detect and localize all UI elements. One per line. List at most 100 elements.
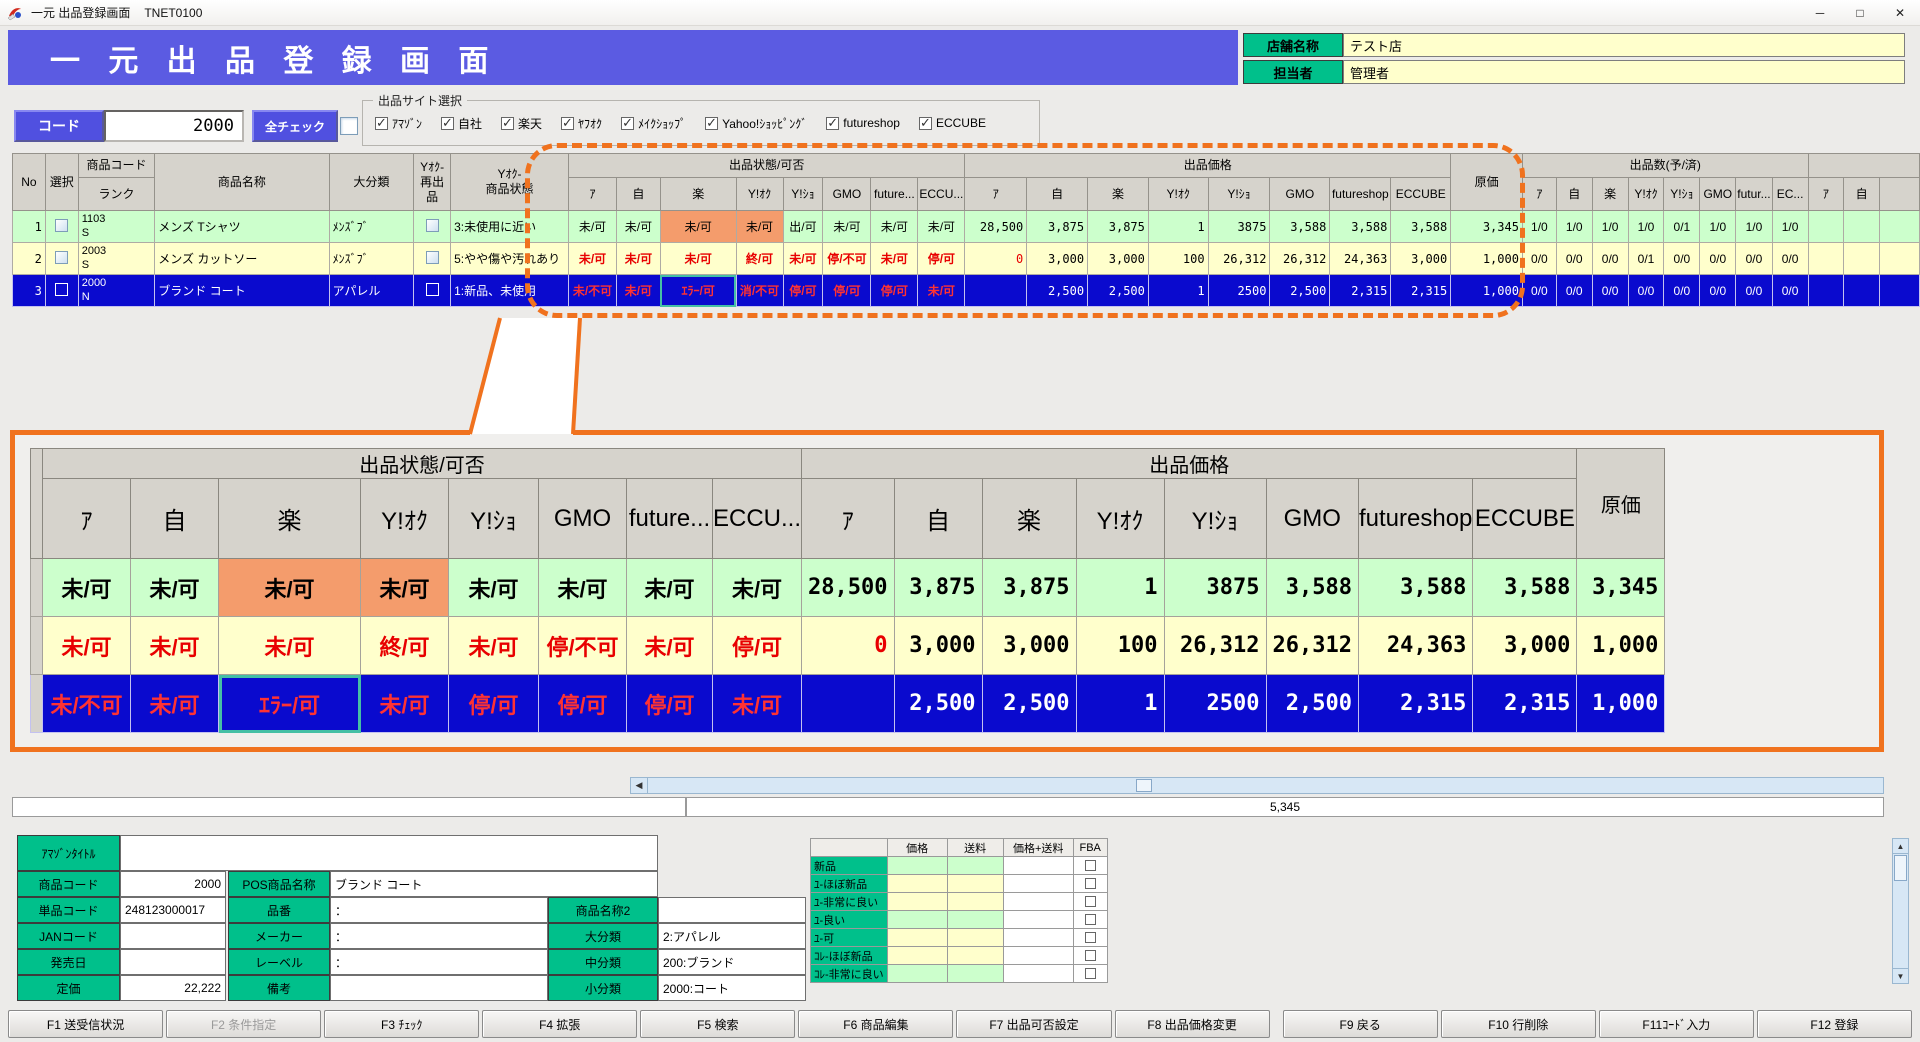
condition-label: ﾕ-非常に良い <box>811 893 888 911</box>
form-field[interactable]: 200:ブランド <box>658 949 806 975</box>
site-checkbox[interactable] <box>375 117 388 130</box>
cell-status: 未/可 <box>823 211 871 243</box>
all-check-checkbox[interactable] <box>340 117 358 135</box>
fkey-button[interactable]: F12 登録 <box>1757 1010 1912 1038</box>
condition-shipping-cell[interactable] <box>947 911 1003 929</box>
form-field[interactable] <box>120 949 226 975</box>
vertical-scrollbar-thumb[interactable] <box>1894 855 1907 881</box>
fkey-button[interactable]: F7 出品可否設定 <box>956 1010 1111 1038</box>
fba-checkbox[interactable] <box>1085 950 1096 961</box>
product-row[interactable]: 32000Nブランド コートアパレル1:新品、未使用未/不可未/可ｴﾗｰ/可消/… <box>13 275 1920 307</box>
site-checkbox-item[interactable]: 自社 <box>441 115 482 132</box>
condition-shipping-cell[interactable] <box>947 965 1003 983</box>
condition-shipping-cell[interactable] <box>947 929 1003 947</box>
site-checkbox[interactable] <box>621 117 634 130</box>
fkey-button[interactable]: F1 送受信状況 <box>8 1010 163 1038</box>
site-checkbox-item[interactable]: futureshop <box>826 116 900 130</box>
horizontal-scrollbar[interactable]: ◀ <box>630 777 1884 794</box>
code-input[interactable] <box>104 110 244 142</box>
scroll-up-arrow-icon[interactable]: ▲ <box>1893 839 1908 854</box>
condition-shipping-cell[interactable] <box>947 857 1003 875</box>
site-checkbox[interactable] <box>919 117 932 130</box>
site-checkbox-item[interactable]: Yahoo!ｼｮｯﾋﾟﾝｸﾞ <box>705 115 807 132</box>
site-checkbox[interactable] <box>441 117 454 130</box>
form-field[interactable]: ： <box>330 923 548 949</box>
scroll-down-arrow-icon[interactable]: ▼ <box>1893 968 1908 983</box>
form-field[interactable] <box>330 975 548 1001</box>
minimize-button[interactable]: ─ <box>1800 0 1840 25</box>
vertical-scrollbar[interactable]: ▲ ▼ <box>1892 838 1909 984</box>
inset-cell-price: 3,588 <box>1358 559 1472 617</box>
form-field[interactable]: ： <box>330 949 548 975</box>
fba-checkbox[interactable] <box>1085 932 1096 943</box>
fkey-button[interactable]: F5 検索 <box>640 1010 795 1038</box>
site-checkbox-item[interactable]: ﾔﾌｵｸ <box>561 115 602 132</box>
condition-row: ｺﾚ-非常に良い <box>811 965 1108 983</box>
fkey-button[interactable]: F10 行削除 <box>1441 1010 1596 1038</box>
form-field[interactable]: ブランド コート <box>330 871 658 897</box>
form-field[interactable]: 2000 <box>120 871 226 897</box>
condition-price-cell[interactable] <box>887 947 947 965</box>
fba-checkbox[interactable] <box>1085 968 1096 979</box>
amazon-title-field[interactable] <box>120 835 658 871</box>
horizontal-scrollbar-thumb[interactable] <box>1136 779 1152 792</box>
condition-price-cell[interactable] <box>887 911 947 929</box>
row-select-checkbox[interactable] <box>55 251 68 264</box>
cell-qty: 0/0 <box>1736 275 1772 307</box>
site-checkbox-item[interactable]: 楽天 <box>501 115 542 132</box>
fba-checkbox[interactable] <box>1085 878 1096 889</box>
close-button[interactable]: ✕ <box>1880 0 1920 25</box>
form-field[interactable]: 2:アパレル <box>658 923 806 949</box>
fba-checkbox[interactable] <box>1085 860 1096 871</box>
fkey-button[interactable]: F3 ﾁｪｯｸ <box>324 1010 479 1038</box>
form-field[interactable]: 22,222 <box>120 975 226 1001</box>
site-checkbox-item[interactable]: ｱﾏｿﾞﾝ <box>375 115 422 132</box>
relist-checkbox[interactable] <box>426 251 439 264</box>
form-field[interactable]: ： <box>330 897 548 923</box>
site-checkbox-item[interactable]: ECCUBE <box>919 116 986 130</box>
fkey-button[interactable]: F9 戻る <box>1283 1010 1438 1038</box>
condition-shipping-cell[interactable] <box>947 893 1003 911</box>
relist-checkbox[interactable] <box>426 283 439 296</box>
form-field[interactable]: 248123000017 <box>120 897 226 923</box>
condition-fba-cell <box>1073 965 1107 983</box>
cell-status: 未/可 <box>871 211 918 243</box>
condition-price-cell[interactable] <box>887 857 947 875</box>
fba-checkbox[interactable] <box>1085 914 1096 925</box>
product-row[interactable]: 22003Sメンズ カットソーﾒﾝｽﾞﾌﾞ5:やや傷や汚れあり未/可未/可未/可… <box>13 243 1920 275</box>
site-checkbox[interactable] <box>561 117 574 130</box>
form-field[interactable]: 2000:コート <box>658 975 806 1001</box>
site-checkbox[interactable] <box>826 117 839 130</box>
fba-checkbox[interactable] <box>1085 896 1096 907</box>
group-header-listing-price: 出品価格 <box>965 154 1451 178</box>
relist-checkbox[interactable] <box>426 219 439 232</box>
row-select-checkbox[interactable] <box>55 283 68 296</box>
condition-price-cell[interactable] <box>887 893 947 911</box>
fkey-button[interactable]: F4 拡張 <box>482 1010 637 1038</box>
fkey-button[interactable]: F8 出品価格変更 <box>1115 1010 1270 1038</box>
all-check-button[interactable]: 全チェック <box>252 110 338 142</box>
store-name-field[interactable]: テスト店 <box>1343 33 1905 57</box>
inset-cell-status: 停/可 <box>627 675 713 733</box>
form-field[interactable] <box>120 923 226 949</box>
person-field[interactable]: 管理者 <box>1343 60 1905 84</box>
site-checkbox[interactable] <box>501 117 514 130</box>
fkey-button[interactable]: F6 商品編集 <box>798 1010 953 1038</box>
condition-shipping-cell[interactable] <box>947 947 1003 965</box>
scroll-left-arrow-icon[interactable]: ◀ <box>631 778 648 793</box>
site-checkbox-item[interactable]: ﾒｲｸｼｮｯﾌﾟ <box>621 115 686 132</box>
condition-price-cell[interactable] <box>887 929 947 947</box>
fkey-button[interactable]: F11ｺｰﾄﾞ入力 <box>1599 1010 1754 1038</box>
cell-status: 未/可 <box>783 243 823 275</box>
condition-price-cell[interactable] <box>887 875 947 893</box>
form-field[interactable] <box>658 897 806 923</box>
cell-status: 未/可 <box>616 275 660 307</box>
product-row[interactable]: 11103Sメンズ Tシャツﾒﾝｽﾞﾌﾞ3:未使用に近い未/可未/可未/可未/可… <box>13 211 1920 243</box>
row-select-checkbox[interactable] <box>55 219 68 232</box>
condition-price-cell[interactable] <box>887 965 947 983</box>
maximize-button[interactable]: □ <box>1840 0 1880 25</box>
cell-product-name: メンズ カットソー <box>155 243 329 275</box>
site-checkbox[interactable] <box>705 117 718 130</box>
fkey-button: F2 条件指定 <box>166 1010 321 1038</box>
condition-shipping-cell[interactable] <box>947 875 1003 893</box>
